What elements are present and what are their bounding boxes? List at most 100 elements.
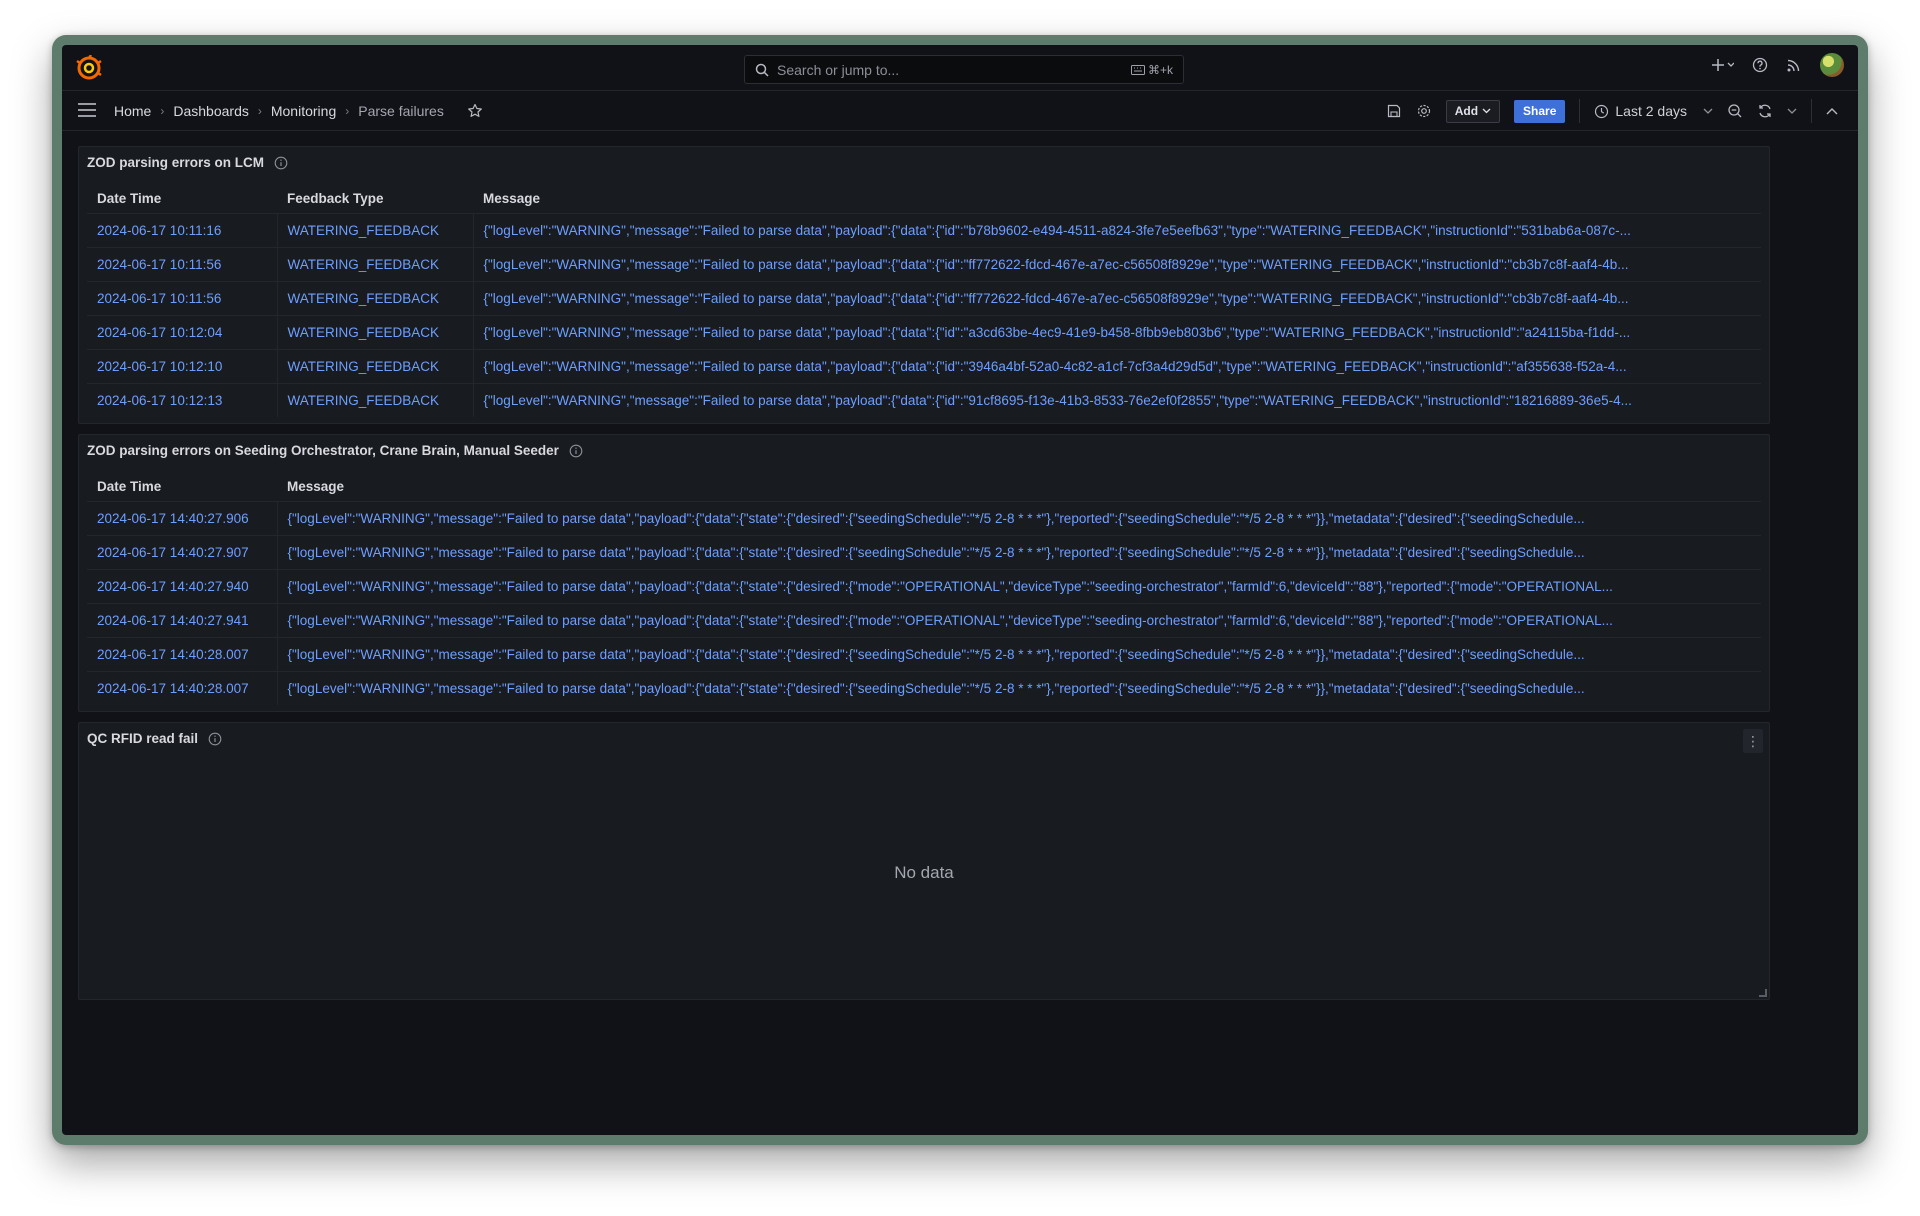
cell-message[interactable]: {"logLevel":"WARNING","message":"Failed … bbox=[276, 670, 1761, 705]
panel-title-text: ZOD parsing errors on Seeding Orchestrat… bbox=[87, 443, 559, 458]
breadcrumb-dashboards[interactable]: Dashboards bbox=[173, 103, 249, 119]
collapse-chevron-up-icon[interactable] bbox=[1826, 107, 1838, 115]
info-icon[interactable] bbox=[569, 444, 583, 458]
cell-feedback-type[interactable]: WATERING_FEEDBACK bbox=[276, 280, 473, 315]
cell-feedback-type[interactable]: WATERING_FEEDBACK bbox=[276, 382, 473, 417]
cell-date-time[interactable]: 2024-06-17 14:40:28.007 bbox=[87, 670, 277, 705]
column-header-feedback-type[interactable]: Feedback Type bbox=[277, 185, 473, 213]
news-rss-icon[interactable] bbox=[1786, 57, 1802, 73]
cell-message[interactable]: {"logLevel":"WARNING","message":"Failed … bbox=[276, 534, 1761, 569]
cell-date-time[interactable]: 2024-06-17 14:40:28.007 bbox=[87, 636, 277, 671]
table-header-row: Date Time Message bbox=[87, 473, 1761, 501]
cell-feedback-type[interactable]: WATERING_FEEDBACK bbox=[276, 246, 473, 281]
column-header-date-time[interactable]: Date Time bbox=[87, 185, 277, 213]
table-row: 2024-06-17 10:11:56 WATERING_FEEDBACK {"… bbox=[87, 280, 1761, 315]
cell-feedback-type[interactable]: WATERING_FEEDBACK bbox=[276, 314, 473, 349]
table-row: 2024-06-17 14:40:27.940 {"logLevel":"WAR… bbox=[87, 568, 1761, 603]
panel-qc-rfid-read-fail: QC RFID read fail ⋮ No data bbox=[78, 722, 1770, 1000]
zoom-out-icon[interactable] bbox=[1727, 103, 1743, 119]
breadcrumb-separator: › bbox=[160, 104, 165, 118]
panel-title: ZOD parsing errors on Seeding Orchestrat… bbox=[87, 443, 583, 458]
cell-message[interactable]: {"logLevel":"WARNING","message":"Failed … bbox=[276, 568, 1761, 603]
favorite-star-icon[interactable] bbox=[467, 103, 483, 119]
time-range-label: Last 2 days bbox=[1615, 103, 1687, 119]
toolbar-divider bbox=[1811, 99, 1812, 123]
new-plus-icon[interactable] bbox=[1712, 58, 1734, 72]
cell-date-time[interactable]: 2024-06-17 10:11:16 bbox=[87, 212, 277, 247]
table-row: 2024-06-17 10:12:13 WATERING_FEEDBACK {"… bbox=[87, 382, 1761, 417]
table-row: 2024-06-17 10:11:16 WATERING_FEEDBACK {"… bbox=[87, 212, 1761, 247]
table-row: 2024-06-17 10:12:10 WATERING_FEEDBACK {"… bbox=[87, 348, 1761, 383]
table-row: 2024-06-17 14:40:28.007 {"logLevel":"WAR… bbox=[87, 636, 1761, 671]
panel-lcm-errors: ZOD parsing errors on LCM Date Time Feed… bbox=[78, 146, 1770, 424]
settings-gear-icon[interactable] bbox=[1416, 103, 1432, 119]
top-bar: Search or jump to... ⌘+k bbox=[62, 45, 1858, 91]
cell-message[interactable]: {"logLevel":"WARNING","message":"Failed … bbox=[276, 500, 1761, 535]
help-icon[interactable] bbox=[1752, 57, 1768, 73]
panel-title-text: ZOD parsing errors on LCM bbox=[87, 155, 265, 170]
lcm-errors-table: Date Time Feedback Type Message 2024-06-… bbox=[87, 185, 1761, 417]
breadcrumb-separator: › bbox=[257, 104, 262, 118]
breadcrumb-monitoring[interactable]: Monitoring bbox=[271, 103, 336, 119]
add-button[interactable]: Add bbox=[1445, 99, 1501, 123]
refresh-interval-chevron-icon[interactable] bbox=[1787, 108, 1797, 114]
chevron-down-icon bbox=[1703, 108, 1713, 114]
breadcrumb-home[interactable]: Home bbox=[114, 103, 151, 119]
info-icon[interactable] bbox=[274, 156, 288, 170]
cell-date-time[interactable]: 2024-06-17 14:40:27.941 bbox=[87, 602, 277, 637]
cell-message[interactable]: {"logLevel":"WARNING","message":"Failed … bbox=[472, 246, 1761, 281]
grafana-app: Search or jump to... ⌘+k Home › Dashboar… bbox=[62, 45, 1858, 1135]
toolbar-divider bbox=[1579, 99, 1581, 123]
table-row: 2024-06-17 14:40:27.907 {"logLevel":"WAR… bbox=[87, 534, 1761, 569]
cell-date-time[interactable]: 2024-06-17 10:12:10 bbox=[87, 348, 277, 383]
cell-message[interactable]: {"logLevel":"WARNING","message":"Failed … bbox=[472, 280, 1761, 315]
time-range-picker[interactable]: Last 2 days bbox=[1594, 103, 1713, 119]
search-input[interactable]: Search or jump to... ⌘+k bbox=[744, 55, 1184, 84]
breadcrumb: Home › Dashboards › Monitoring › Parse f… bbox=[114, 91, 483, 131]
panel-title-text: QC RFID read fail bbox=[87, 731, 199, 746]
keyboard-icon bbox=[1130, 64, 1145, 75]
cell-date-time[interactable]: 2024-06-17 14:40:27.940 bbox=[87, 568, 277, 603]
seeding-errors-table: Date Time Message 2024-06-17 14:40:27.90… bbox=[87, 473, 1761, 705]
panel-title: ZOD parsing errors on LCM bbox=[87, 155, 288, 170]
table-header-row: Date Time Feedback Type Message bbox=[87, 185, 1761, 213]
grafana-logo-icon[interactable] bbox=[76, 55, 102, 81]
table-row: 2024-06-17 10:12:04 WATERING_FEEDBACK {"… bbox=[87, 314, 1761, 349]
cell-feedback-type[interactable]: WATERING_FEEDBACK bbox=[276, 348, 473, 383]
breadcrumb-separator: › bbox=[345, 104, 350, 118]
dashboard-toolbar: Add Share Last 2 days bbox=[1386, 91, 1838, 131]
cell-message[interactable]: {"logLevel":"WARNING","message":"Failed … bbox=[472, 212, 1761, 247]
column-header-message[interactable]: Message bbox=[473, 185, 1761, 213]
cell-date-time[interactable]: 2024-06-17 10:12:13 bbox=[87, 382, 277, 417]
cell-date-time[interactable]: 2024-06-17 10:11:56 bbox=[87, 280, 277, 315]
app-window: Search or jump to... ⌘+k Home › Dashboar… bbox=[52, 35, 1868, 1145]
cell-message[interactable]: {"logLevel":"WARNING","message":"Failed … bbox=[472, 348, 1761, 383]
cell-message[interactable]: {"logLevel":"WARNING","message":"Failed … bbox=[472, 314, 1761, 349]
save-dashboard-icon[interactable] bbox=[1386, 103, 1402, 119]
breadcrumb-current-page: Parse failures bbox=[358, 103, 444, 119]
info-icon[interactable] bbox=[208, 732, 222, 746]
column-header-message[interactable]: Message bbox=[277, 473, 1761, 501]
cell-date-time[interactable]: 2024-06-17 14:40:27.907 bbox=[87, 534, 277, 569]
cell-date-time[interactable]: 2024-06-17 10:11:56 bbox=[87, 246, 277, 281]
panel-menu-kebab-icon[interactable]: ⋮ bbox=[1743, 729, 1763, 753]
cell-message[interactable]: {"logLevel":"WARNING","message":"Failed … bbox=[472, 382, 1761, 417]
cell-feedback-type[interactable]: WATERING_FEEDBACK bbox=[276, 212, 473, 247]
cell-message[interactable]: {"logLevel":"WARNING","message":"Failed … bbox=[276, 602, 1761, 637]
table-row: 2024-06-17 14:40:27.906 {"logLevel":"WAR… bbox=[87, 500, 1761, 535]
search-icon bbox=[755, 63, 769, 77]
cell-message[interactable]: {"logLevel":"WARNING","message":"Failed … bbox=[276, 636, 1761, 671]
menu-hamburger-icon[interactable] bbox=[78, 102, 96, 123]
column-header-date-time[interactable]: Date Time bbox=[87, 473, 277, 501]
panel-title: QC RFID read fail bbox=[87, 731, 222, 746]
clock-icon bbox=[1595, 104, 1609, 118]
panel-resize-handle[interactable] bbox=[1759, 989, 1767, 997]
cell-date-time[interactable]: 2024-06-17 10:12:04 bbox=[87, 314, 277, 349]
user-avatar[interactable] bbox=[1820, 53, 1844, 77]
share-button[interactable]: Share bbox=[1514, 99, 1566, 123]
cell-date-time[interactable]: 2024-06-17 14:40:27.906 bbox=[87, 500, 277, 535]
search-shortcut-hint: ⌘+k bbox=[1130, 62, 1173, 77]
top-right-actions bbox=[1712, 53, 1844, 77]
search-shortcut: ⌘+k bbox=[1147, 62, 1173, 77]
refresh-icon[interactable] bbox=[1757, 103, 1773, 119]
